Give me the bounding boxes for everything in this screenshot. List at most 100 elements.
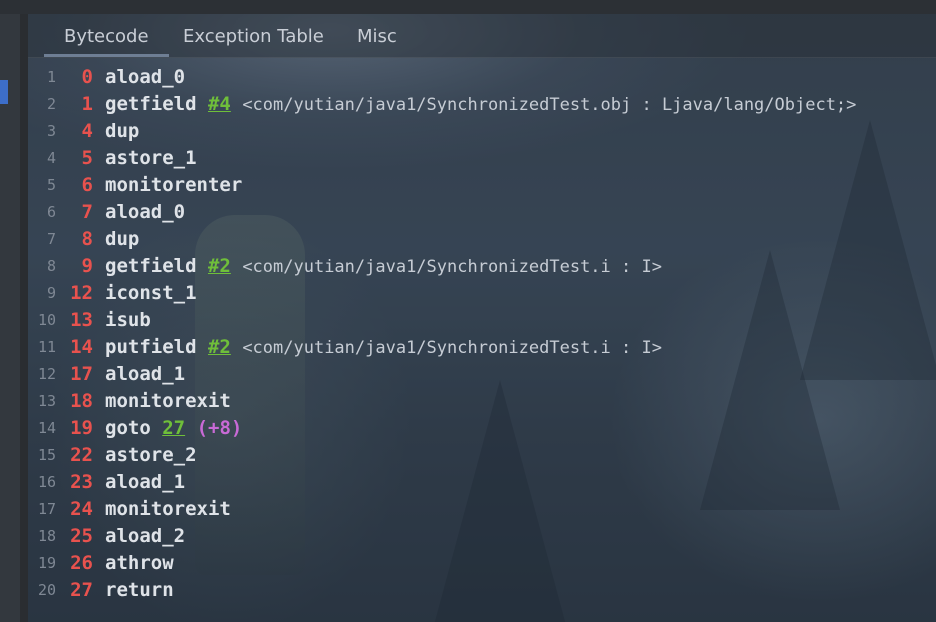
- line-number: 20: [37, 581, 56, 599]
- line-number: 3: [46, 122, 56, 140]
- opcode: monitorenter: [105, 174, 243, 196]
- instruction-offset: 19: [70, 417, 93, 439]
- sidebar-selection-marker[interactable]: [0, 80, 8, 104]
- bytecode-line[interactable]: 13 18 monitorexit: [28, 388, 936, 415]
- instruction-offset: 5: [81, 147, 93, 169]
- bytecode-line[interactable]: 1 0 aload_0: [28, 64, 936, 91]
- bytecode-line[interactable]: 14 19 goto 27 (+8): [28, 415, 936, 442]
- bytecode-line[interactable]: 18 25 aload_2: [28, 523, 936, 550]
- instruction-offset: 0: [81, 66, 93, 88]
- instruction-offset: 6: [81, 174, 93, 196]
- operand-descriptor: <com/yutian/java1/SynchronizedTest.i : I…: [242, 257, 662, 277]
- instruction: return: [105, 577, 174, 604]
- bytecode-line[interactable]: 19 26 athrow: [28, 550, 936, 577]
- instruction-offset: 22: [70, 444, 93, 466]
- instruction: getfield #2 <com/yutian/java1/Synchroniz…: [105, 253, 662, 281]
- line-number: 18: [37, 527, 56, 545]
- line-number: 2: [46, 95, 56, 113]
- opcode: aload_0: [105, 66, 186, 88]
- panel-splitter[interactable]: [20, 14, 28, 622]
- line-number: 8: [46, 257, 56, 275]
- bytecode-line[interactable]: 10 13 isub: [28, 307, 936, 334]
- instruction-offset: 1: [81, 93, 93, 115]
- instruction-offset: 14: [70, 336, 93, 358]
- opcode: aload_2: [105, 525, 186, 547]
- bytecode-viewer-window: Bytecode Exception Table Misc 1 0 aload_0 2…: [0, 0, 936, 622]
- tab-misc[interactable]: Misc: [357, 26, 397, 57]
- bytecode-line[interactable]: 17 24 monitorexit: [28, 496, 936, 523]
- line-number: 11: [37, 338, 56, 356]
- instruction-offset: 27: [70, 579, 93, 601]
- instruction: monitorexit: [105, 388, 231, 415]
- instruction: monitorexit: [105, 496, 231, 523]
- operand-reference-link[interactable]: #2: [208, 336, 231, 358]
- opcode: iconst_1: [105, 282, 197, 304]
- opcode: getfield: [105, 93, 197, 115]
- operand-reference-link[interactable]: 27: [162, 417, 185, 439]
- line-number: 5: [46, 176, 56, 194]
- left-sidebar-edge: [0, 14, 20, 622]
- instruction-offset: 18: [70, 390, 93, 412]
- window-top-strip: [0, 0, 936, 14]
- instruction: aload_2: [105, 523, 185, 550]
- opcode: monitorexit: [105, 390, 231, 412]
- bytecode-line[interactable]: 5 6 monitorenter: [28, 172, 936, 199]
- line-number: 10: [37, 311, 56, 329]
- instruction: dup: [105, 118, 139, 145]
- instruction-offset: 17: [70, 363, 93, 385]
- opcode: dup: [105, 228, 140, 250]
- instruction-offset: 13: [70, 309, 93, 331]
- instruction-offset: 23: [70, 471, 93, 493]
- line-number: 16: [37, 473, 56, 491]
- bytecode-line[interactable]: 6 7 aload_0: [28, 199, 936, 226]
- instruction: athrow: [105, 550, 174, 577]
- bytecode-line[interactable]: 20 27 return: [28, 577, 936, 604]
- tab-exception-table[interactable]: Exception Table: [183, 26, 324, 57]
- jump-delta: (+8): [196, 417, 243, 439]
- bytecode-line[interactable]: 9 12 iconst_1: [28, 280, 936, 307]
- line-number: 1: [46, 68, 56, 86]
- tab-bar: Bytecode Exception Table Misc: [28, 14, 936, 58]
- line-number: 19: [37, 554, 56, 572]
- opcode: aload_1: [105, 471, 186, 493]
- bytecode-line[interactable]: 7 8 dup: [28, 226, 936, 253]
- bytecode-line[interactable]: 11 14 putfield #2 <com/yutian/java1/Synchr…: [28, 334, 936, 361]
- line-number: 13: [37, 392, 56, 410]
- instruction-offset: 24: [70, 498, 93, 520]
- operand-descriptor: <com/yutian/java1/SynchronizedTest.i : I…: [242, 338, 662, 358]
- bytecode-line[interactable]: 12 17 aload_1: [28, 361, 936, 388]
- instruction-offset: 9: [81, 255, 93, 277]
- instruction: putfield #2 <com/yutian/java1/Synchroniz…: [105, 334, 662, 362]
- bytecode-line[interactable]: 2 1 getfield #4 <com/yutian/java1/Synchron…: [28, 91, 936, 118]
- line-number: 15: [37, 446, 56, 464]
- opcode: putfield: [105, 336, 197, 358]
- instruction: iconst_1: [105, 280, 197, 307]
- opcode: astore_2: [105, 444, 197, 466]
- opcode: aload_1: [105, 363, 186, 385]
- tab-bytecode[interactable]: Bytecode: [44, 26, 169, 57]
- bytecode-line[interactable]: 8 9 getfield #2 <com/yutian/java1/Synchron…: [28, 253, 936, 280]
- instruction-offset: 4: [81, 120, 93, 142]
- line-number: 4: [46, 149, 56, 167]
- operand-reference-link[interactable]: #4: [208, 93, 231, 115]
- operand-reference-link[interactable]: #2: [208, 255, 231, 277]
- instruction: isub: [105, 307, 151, 334]
- opcode: monitorexit: [105, 498, 231, 520]
- bytecode-line[interactable]: 16 23 aload_1: [28, 469, 936, 496]
- opcode: isub: [105, 309, 151, 331]
- instruction: goto 27 (+8): [105, 415, 242, 442]
- instruction: astore_1: [105, 145, 197, 172]
- bytecode-listing: 1 0 aload_0 2 1 getfield #4 <com/yutian/java1…: [28, 64, 936, 604]
- bytecode-line[interactable]: 3 4 dup: [28, 118, 936, 145]
- instruction: aload_1: [105, 361, 185, 388]
- line-number: 17: [37, 500, 56, 518]
- line-number: 6: [46, 203, 56, 221]
- bytecode-line[interactable]: 15 22 astore_2: [28, 442, 936, 469]
- opcode: astore_1: [105, 147, 197, 169]
- instruction: aload_0: [105, 64, 185, 91]
- instruction: monitorenter: [105, 172, 242, 199]
- opcode: goto: [105, 417, 151, 439]
- bytecode-line[interactable]: 4 5 astore_1: [28, 145, 936, 172]
- instruction-offset: 7: [81, 201, 93, 223]
- instruction: aload_1: [105, 469, 185, 496]
